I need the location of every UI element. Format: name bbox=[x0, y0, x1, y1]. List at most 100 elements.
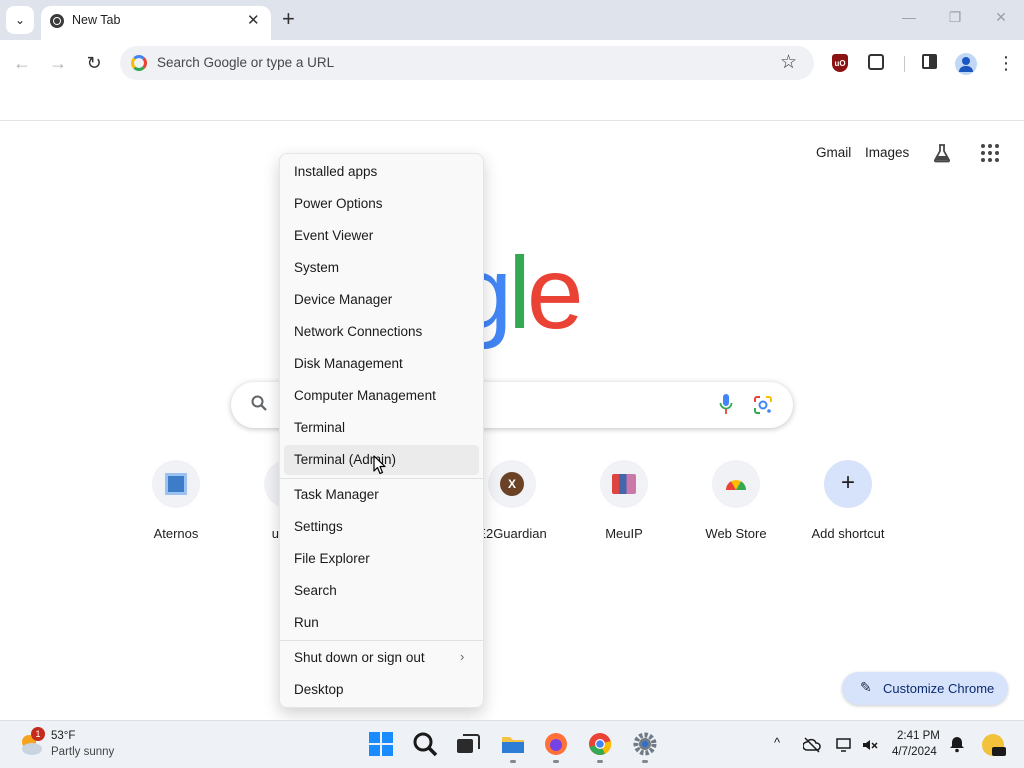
tab-search-button[interactable]: ⌄ bbox=[6, 6, 34, 34]
google-apps-icon[interactable] bbox=[981, 144, 999, 162]
running-indicator bbox=[642, 760, 648, 763]
menu-item-label: Terminal bbox=[294, 420, 346, 435]
notification-badge: 1 bbox=[31, 727, 45, 741]
shortcut-label: MeuIP bbox=[605, 526, 643, 541]
tab-strip: ⌄ New Tab ✕ + — ❐ ✕ bbox=[0, 0, 1024, 40]
tab-close-button[interactable]: ✕ bbox=[247, 11, 260, 29]
menu-item-terminal[interactable]: Terminal bbox=[284, 413, 479, 443]
tab-new-tab[interactable]: New Tab ✕ bbox=[41, 6, 271, 40]
chevron-down-icon: ⌄ bbox=[14, 13, 26, 27]
images-link[interactable]: Images bbox=[865, 145, 909, 160]
menu-item-label: File Explorer bbox=[294, 551, 370, 566]
shortcut-web-store[interactable]: Web Store bbox=[680, 460, 792, 541]
mouse-pointer-icon bbox=[373, 455, 386, 475]
reload-button[interactable]: ↻ bbox=[82, 52, 106, 76]
notification-bell-icon[interactable] bbox=[948, 735, 966, 753]
menu-item-event-viewer[interactable]: Event Viewer bbox=[284, 221, 479, 251]
menu-item-label: Shut down or sign out bbox=[294, 650, 425, 665]
copilot-preview-icon[interactable] bbox=[980, 732, 1006, 758]
menu-item-system[interactable]: System bbox=[284, 253, 479, 283]
aternos-logo-icon bbox=[165, 473, 187, 495]
menu-item-power-options[interactable]: Power Options bbox=[284, 189, 479, 219]
menu-item-search[interactable]: Search bbox=[284, 576, 479, 606]
menu-item-label: Disk Management bbox=[294, 356, 403, 371]
customize-chrome-label: Customize Chrome bbox=[883, 681, 995, 696]
google-lens-icon[interactable] bbox=[753, 395, 773, 415]
shortcut-tile bbox=[152, 460, 200, 508]
search-icon bbox=[251, 395, 267, 411]
plus-icon: + bbox=[840, 469, 855, 496]
menu-item-network-connections[interactable]: Network Connections bbox=[284, 317, 479, 347]
settings-gear-icon[interactable] bbox=[632, 731, 658, 757]
shortcut-meuip[interactable]: MeuIP bbox=[568, 460, 680, 541]
chrome-icon[interactable] bbox=[587, 731, 613, 757]
menu-item-device-manager[interactable]: Device Manager bbox=[284, 285, 479, 315]
minimize-button[interactable]: — bbox=[899, 9, 919, 29]
logo-letter: l bbox=[508, 236, 531, 350]
forward-button[interactable]: → bbox=[46, 52, 70, 76]
shortcut-label: Add shortcut bbox=[811, 526, 885, 541]
volume-muted-icon[interactable] bbox=[861, 736, 879, 754]
running-indicator bbox=[553, 760, 559, 763]
quick-link-context-menu: Installed apps Power Options Event Viewe… bbox=[279, 153, 484, 708]
menu-item-label: Event Viewer bbox=[294, 228, 374, 243]
firefox-icon[interactable] bbox=[543, 731, 569, 757]
omnibox[interactable]: Search Google or type a URL ☆ bbox=[120, 46, 814, 80]
menu-item-installed-apps[interactable]: Installed apps bbox=[284, 157, 479, 187]
meuip-logo-icon bbox=[612, 474, 636, 494]
menu-item-task-manager[interactable]: Task Manager bbox=[284, 480, 479, 510]
menu-separator bbox=[280, 640, 483, 641]
menu-item-label: Search bbox=[294, 583, 337, 598]
menu-item-disk-management[interactable]: Disk Management bbox=[284, 349, 479, 379]
restore-button[interactable]: ❐ bbox=[945, 9, 965, 29]
task-view-icon[interactable] bbox=[455, 731, 481, 757]
menu-item-desktop[interactable]: Desktop bbox=[284, 675, 479, 705]
google-g-icon bbox=[131, 55, 147, 71]
menu-item-label: Power Options bbox=[294, 196, 383, 211]
back-button[interactable]: ← bbox=[10, 52, 34, 76]
close-window-button[interactable]: ✕ bbox=[991, 9, 1011, 29]
tray-expand-chevron-icon[interactable]: ^ bbox=[774, 735, 780, 750]
file-explorer-icon[interactable] bbox=[500, 731, 526, 757]
web-store-logo-icon bbox=[726, 480, 746, 490]
menu-item-computer-management[interactable]: Computer Management bbox=[284, 381, 479, 411]
gmail-link[interactable]: Gmail bbox=[816, 145, 851, 160]
labs-flask-icon[interactable] bbox=[932, 143, 952, 163]
menu-item-label: Network Connections bbox=[294, 324, 423, 339]
shortcut-label: Aternos bbox=[153, 526, 199, 541]
menu-item-label: Task Manager bbox=[294, 487, 379, 502]
menu-item-label: Computer Management bbox=[294, 388, 436, 403]
menu-item-run[interactable]: Run bbox=[284, 608, 479, 638]
start-windows-icon[interactable] bbox=[368, 731, 394, 757]
menu-item-settings[interactable]: Settings bbox=[284, 512, 479, 542]
shortcut-label: Web Store bbox=[705, 526, 767, 541]
weather-temperature[interactable]: 53°F bbox=[51, 730, 75, 742]
weather-description[interactable]: Partly sunny bbox=[51, 746, 114, 758]
toolbar-divider bbox=[904, 56, 905, 72]
clock-date[interactable]: 4/7/2024 bbox=[892, 746, 937, 758]
shortcut-add[interactable]: + Add shortcut bbox=[792, 460, 904, 541]
new-tab-button[interactable]: + bbox=[282, 6, 295, 32]
microphone-icon[interactable] bbox=[719, 393, 733, 415]
onedrive-cloud-icon[interactable] bbox=[802, 736, 821, 754]
side-panel-icon[interactable] bbox=[922, 54, 937, 69]
bookmark-star-icon[interactable]: ☆ bbox=[780, 51, 797, 74]
clock-time[interactable]: 2:41 PM bbox=[897, 730, 940, 742]
menu-item-shut-down[interactable]: Shut down or sign out › bbox=[284, 643, 479, 673]
customize-chrome-button[interactable]: ✎ Customize Chrome bbox=[842, 672, 1008, 705]
profile-avatar-icon[interactable] bbox=[955, 53, 977, 75]
search-icon[interactable] bbox=[412, 731, 438, 757]
chrome-favicon-icon bbox=[50, 14, 64, 28]
menu-kebab-icon[interactable]: ⋮ bbox=[997, 54, 1015, 74]
menu-item-label: Settings bbox=[294, 519, 343, 534]
menu-item-label: Desktop bbox=[294, 682, 344, 697]
shortcut-tile: + bbox=[824, 460, 872, 508]
network-status-icon[interactable] bbox=[835, 736, 853, 754]
ublock-origin-icon[interactable]: uO bbox=[832, 54, 848, 72]
chevron-right-icon: › bbox=[460, 649, 465, 664]
menu-item-file-explorer[interactable]: File Explorer bbox=[284, 544, 479, 574]
logo-letter: e bbox=[526, 236, 584, 350]
shortcut-tile bbox=[600, 460, 648, 508]
extensions-puzzle-icon[interactable] bbox=[868, 54, 884, 70]
shortcut-aternos[interactable]: Aternos bbox=[120, 460, 232, 541]
